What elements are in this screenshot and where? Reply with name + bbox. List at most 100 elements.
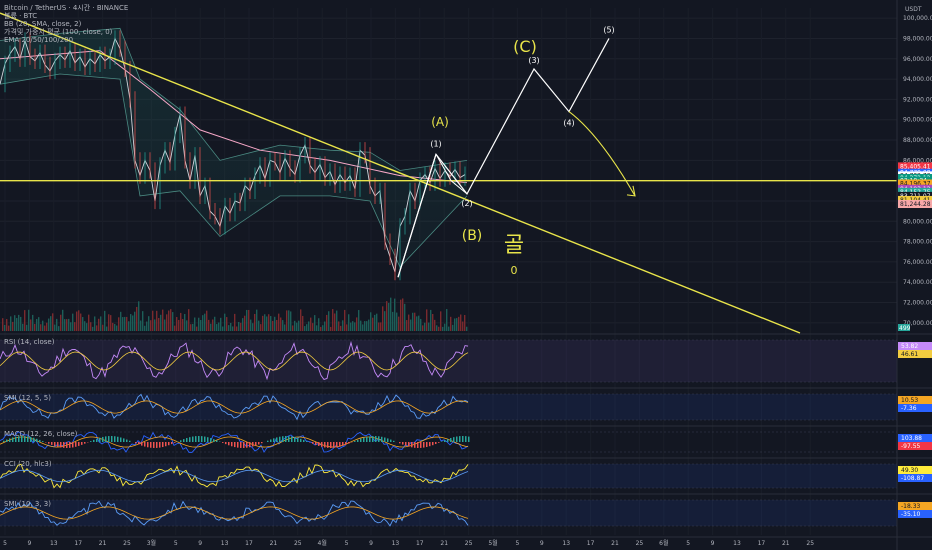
price-tick-label: 88,000.00 (903, 137, 932, 144)
macd-hist-bar (84, 442, 86, 444)
trendline[interactable] (0, 12, 801, 334)
macd-hist-bar (399, 442, 401, 444)
pane-value-label: -108.87 (901, 475, 924, 482)
volume-bar (176, 317, 178, 331)
volume-bar (8, 325, 10, 331)
price-tick-label: 90,000.00 (903, 117, 932, 124)
macd-hist-bar (168, 442, 170, 446)
volume-bar (426, 309, 428, 331)
macd-hist-bar (144, 442, 146, 447)
volume-bar (192, 323, 194, 331)
wave-a-label: (A) (431, 115, 449, 129)
volume-bar (436, 325, 438, 331)
macd-hist-bar (216, 440, 218, 442)
volume-bar (54, 324, 56, 331)
volume-bar (74, 322, 76, 331)
volume-bar (130, 314, 132, 331)
volume-bar (424, 322, 426, 331)
volume-bar (246, 309, 248, 331)
macd-hist-bar (363, 437, 365, 442)
macd-hist-bar (333, 442, 335, 448)
volume-bar (228, 325, 230, 331)
volume-bar (116, 325, 118, 331)
macd-hist-bar (276, 437, 278, 442)
volume-bar (298, 320, 300, 331)
time-tick-label: 13 (392, 540, 400, 547)
macd-hist-bar (342, 442, 344, 446)
volume-bar (46, 322, 48, 331)
volume-bar (160, 314, 162, 331)
volume-bar (40, 324, 42, 331)
legend-ema[interactable]: EMA 20/50/100/200 (4, 36, 128, 44)
volume-bar (48, 318, 50, 331)
macd-hist-bar (204, 436, 206, 442)
time-tick-label: 9 (27, 540, 31, 547)
macd-hist-bar (237, 442, 239, 448)
macd-hist-bar (210, 438, 212, 442)
volume-bar (4, 324, 6, 331)
volume-bar (218, 322, 220, 331)
volume-bar (170, 309, 172, 331)
volume-bar (196, 326, 198, 331)
volume-bar (180, 312, 182, 331)
volume-bar (78, 310, 80, 331)
macd-pane-label[interactable]: MACD (12, 26, close) (4, 430, 77, 438)
volume-bar (440, 311, 442, 331)
volume-bar (376, 313, 378, 331)
volume-bar (378, 322, 380, 331)
macd-hist-bar (366, 436, 368, 442)
price-tick-label: 72,000.00 (903, 300, 932, 307)
macd-hist-bar (354, 441, 356, 442)
volume-bar (182, 319, 184, 331)
volume-bar (60, 314, 62, 331)
volume-bar (320, 326, 322, 331)
volume-bar (184, 314, 186, 331)
time-tick-label: 9 (711, 540, 715, 547)
pane-value-label: 103.88 (901, 435, 922, 442)
macd-hist-bar (285, 436, 287, 442)
macd-hist-bar (189, 437, 191, 442)
chart-canvas[interactable]: 53.8246.61 10.53-7.36 103.88-97.55 49.30-10… (0, 0, 932, 550)
volume-bar (380, 322, 382, 331)
volume-bar (350, 322, 352, 331)
legend-bb[interactable]: BB (20, SMA, close, 2) (4, 20, 128, 28)
macd-hist-bar (348, 442, 350, 444)
volume-bar (418, 315, 420, 331)
macd-hist-bar (99, 437, 101, 442)
macd-hist-bar (135, 442, 137, 444)
cci-pane-label[interactable]: CCI (20, hlc3) (4, 460, 52, 468)
volume-bar (296, 322, 298, 331)
volume-bar (254, 313, 256, 331)
volume-bar (466, 326, 468, 331)
smi-pane-label[interactable]: SMI (12, 5, 5) (4, 394, 51, 402)
volume-bar (82, 317, 84, 331)
macd-hist-bar (222, 442, 224, 443)
time-tick-label: 5 (515, 540, 519, 547)
macd-hist-bar (78, 442, 80, 446)
wave-label: (3) (528, 56, 539, 65)
volume-bar (276, 319, 278, 331)
macd-hist-bar (435, 442, 437, 445)
legend-volume[interactable]: 볼륨 · BTC (4, 12, 128, 20)
volume-bar (264, 314, 266, 331)
macd-hist-bar (390, 439, 392, 442)
volume-bar (110, 315, 112, 331)
legend-vwma[interactable]: 가격및 가중치 평균 (100, close, 0) (4, 28, 128, 36)
time-tick-label: 5 (345, 540, 349, 547)
time-axis[interactable]: 5 9 13 17 21 25 3월 5 9 13 17 21 25 4월 5 9 13 17 21 25 5월 5 9 13… (0, 536, 932, 547)
macd-hist-bar (462, 436, 464, 442)
macd-hist-bar (450, 438, 452, 442)
volume-bar (174, 325, 176, 331)
legend-symbol[interactable]: Bitcoin / TetherUS · 4시간 · BINANCE (4, 4, 128, 12)
volume-bar (212, 319, 214, 331)
volume-bar (22, 323, 24, 331)
volume-bar (310, 317, 312, 331)
volume-bar (348, 314, 350, 331)
volume-bar (16, 318, 18, 331)
macd-hist-bar (42, 441, 44, 442)
smi2-pane-label[interactable]: SMI (10, 3, 3) (4, 500, 51, 508)
time-tick-label: 9 (198, 540, 202, 547)
volume-bar (456, 318, 458, 331)
rsi-pane-label[interactable]: RSI (14, close) (4, 338, 54, 346)
volume-bar (244, 315, 246, 331)
